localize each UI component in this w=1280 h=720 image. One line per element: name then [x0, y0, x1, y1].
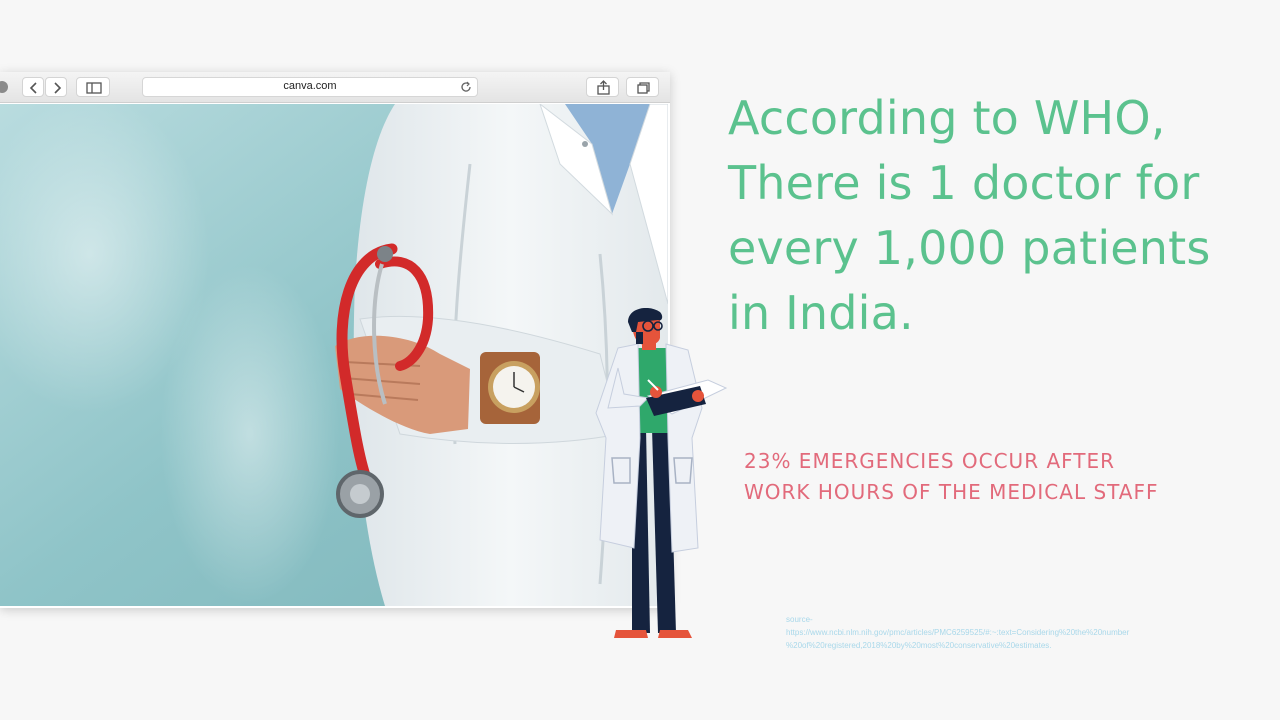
back-button[interactable] — [22, 77, 44, 97]
source-citation: source- https://www.ncbi.nlm.nih.gov/pmc… — [786, 613, 1216, 652]
headline-line: According to WHO, — [728, 91, 1166, 145]
headline-who-statistic: According to WHO, There is 1 doctor for … — [728, 86, 1248, 346]
address-bar[interactable]: canva.com — [142, 77, 478, 97]
forward-icon — [54, 82, 62, 94]
share-button[interactable] — [586, 77, 619, 97]
source-url-line[interactable]: %20of%20registered,2018%20by%20most%20co… — [786, 639, 1216, 652]
address-url: canva.com — [283, 80, 337, 92]
headline-line: in India. — [728, 286, 914, 340]
share-icon — [597, 80, 610, 95]
tabs-icon — [637, 82, 650, 94]
reload-icon[interactable] — [460, 81, 472, 93]
headline-line: There is 1 doctor for — [728, 156, 1200, 210]
window-control-dot[interactable] — [0, 81, 8, 93]
emergency-statistic: 23% EMERGENCIES OCCUR AFTER WORK HOURS O… — [744, 446, 1244, 508]
source-label: source- — [786, 615, 813, 624]
source-url-line[interactable]: https://www.ncbi.nlm.nih.gov/pmc/article… — [786, 626, 1216, 639]
forward-button[interactable] — [45, 77, 67, 97]
tabs-button[interactable] — [626, 77, 659, 97]
headline-line: every 1,000 patients — [728, 221, 1211, 275]
sidebar-button[interactable] — [76, 77, 110, 97]
browser-window-mockup: canva.com — [0, 72, 670, 608]
doctor-illustration — [595, 308, 728, 638]
stat-line: 23% EMERGENCIES OCCUR AFTER — [744, 449, 1116, 473]
stat-line: WORK HOURS OF THE MEDICAL STAFF — [744, 480, 1159, 504]
sidebar-icon — [86, 82, 102, 94]
back-icon — [29, 82, 37, 94]
doctor-photo — [0, 104, 668, 606]
browser-toolbar: canva.com — [0, 72, 670, 103]
